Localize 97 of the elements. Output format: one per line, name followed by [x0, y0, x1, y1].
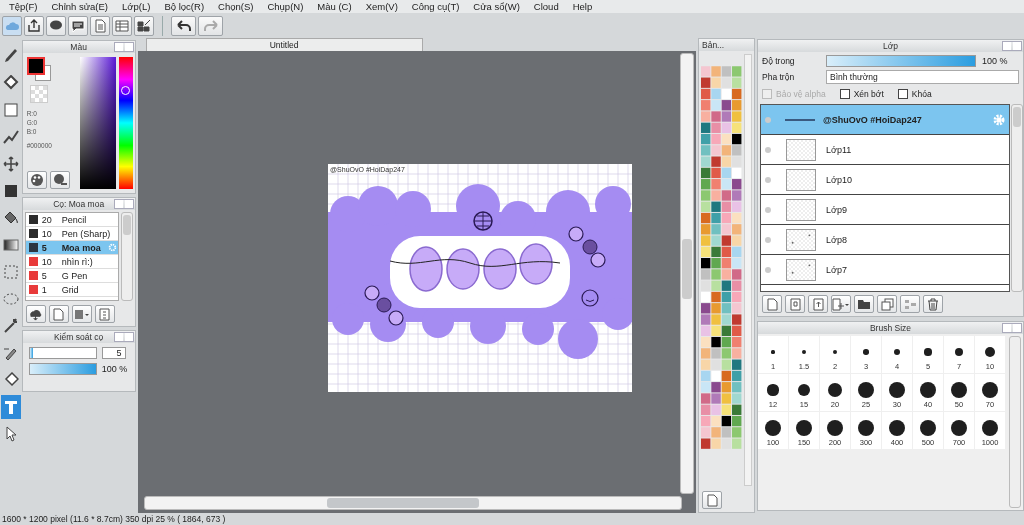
new-page-icon[interactable]: [702, 491, 722, 509]
status-text: 1600 * 1200 pixel (11.6 * 8.7cm) 350 dpi 25 % ( 1864, 673 ): [2, 514, 226, 524]
gear-icon[interactable]: [107, 243, 117, 252]
panel-title: Màu: [70, 42, 87, 52]
option-checkbox[interactable]: Xén bớt: [839, 89, 884, 99]
grid-icon: [137, 18, 151, 33]
opacity-slider[interactable]: [28, 363, 97, 375]
brush-size-field[interactable]: 5: [101, 347, 126, 359]
visibility-dot-icon[interactable]: [765, 176, 771, 183]
layer-row[interactable]: Lớp8: [761, 225, 1009, 255]
menu-item[interactable]: Lớp(L): [115, 1, 158, 12]
panel-buttons-icon[interactable]: [114, 43, 133, 51]
panel-title: Bản...: [702, 40, 725, 50]
layer-thumbnail: [786, 228, 816, 251]
menu-item[interactable]: Cửa sổ(W): [466, 1, 527, 12]
text-tool-icon[interactable]: [0, 395, 21, 419]
share-button[interactable]: [24, 15, 44, 36]
color-swatches-icon[interactable]: [26, 57, 53, 81]
brush-item[interactable]: 5 G Pen: [25, 269, 118, 283]
share-icon: [27, 18, 41, 33]
layer-opacity-value: 100 %: [982, 56, 1008, 66]
panel-title: Lớp: [883, 41, 898, 51]
trash-icon[interactable]: [923, 295, 943, 313]
brush-size-slider[interactable]: [28, 347, 97, 359]
blend-mode-label: Pha trộn: [762, 72, 796, 82]
undo-icon: [175, 19, 192, 32]
layer-opacity-slider[interactable]: [826, 55, 976, 67]
visibility-dot-icon[interactable]: [765, 206, 771, 213]
copy-layer-icon[interactable]: [785, 295, 805, 313]
layer-row[interactable]: Lớp9: [761, 195, 1009, 225]
brush-item[interactable]: 10 nhìn rì:): [25, 255, 118, 269]
gear-icon[interactable]: [992, 112, 1006, 127]
layer-row[interactable]: Lớp11: [761, 135, 1009, 165]
palette-icon[interactable]: [26, 171, 47, 189]
layer-thumbnail: [786, 198, 816, 221]
comment-button[interactable]: [68, 15, 88, 36]
opacity-value: 100 %: [101, 364, 128, 374]
undo-button[interactable]: [171, 15, 196, 36]
panel-buttons-icon[interactable]: [114, 333, 133, 341]
scrollbar[interactable]: [744, 54, 752, 486]
menu-item[interactable]: Màu (C): [310, 1, 359, 12]
visibility-dot-icon[interactable]: [765, 116, 771, 123]
list-icon: [115, 18, 129, 33]
duplicate-icon[interactable]: [877, 295, 897, 313]
layer-row[interactable]: @ShuOvO #HoiDap247: [761, 105, 1009, 135]
comment-icon: [71, 18, 85, 33]
visibility-dot-icon[interactable]: [765, 236, 771, 243]
panel-title: Kiểm soát cọ: [54, 332, 104, 342]
panel-buttons-icon[interactable]: [114, 200, 133, 208]
opacity-label: Độ trong: [762, 56, 796, 66]
brush-item[interactable]: 5 Moa moa: [25, 241, 118, 255]
scrollbar[interactable]: [1011, 104, 1023, 292]
scrollbar[interactable]: [1009, 336, 1021, 508]
merge-icon[interactable]: [900, 295, 920, 313]
new-layer-icon[interactable]: [762, 295, 782, 313]
palette-edit-icon[interactable]: [49, 171, 70, 189]
layer-row[interactable]: Lớp7: [761, 255, 1009, 285]
scrollbar[interactable]: [120, 212, 133, 301]
page-icon: [93, 18, 107, 33]
menu-item[interactable]: Chụp(N): [260, 1, 311, 12]
bubble-button[interactable]: [46, 15, 66, 36]
redo-icon: [202, 19, 219, 32]
upload-page-icon[interactable]: [808, 295, 828, 313]
panel-title: Brush Size: [869, 323, 912, 333]
option-checkbox[interactable]: Khóa: [897, 89, 932, 99]
hue-slider[interactable]: [118, 57, 133, 189]
vertical-scrollbar[interactable]: [680, 53, 694, 494]
visibility-dot-icon[interactable]: [765, 266, 771, 273]
menu-item[interactable]: Tệp(F): [2, 1, 45, 12]
menu-item[interactable]: Help: [565, 1, 600, 12]
visibility-dot-icon[interactable]: [765, 146, 771, 153]
add-layer-dropdown-icon[interactable]: [831, 295, 851, 313]
brush-item[interactable]: 20 Pencil: [25, 213, 118, 227]
folder-icon[interactable]: [854, 295, 874, 313]
horizontal-scrollbar[interactable]: [143, 496, 682, 510]
menu-item[interactable]: Xem(V): [358, 1, 405, 12]
layer-thumbnail: [786, 258, 816, 281]
list-button[interactable]: [112, 15, 132, 36]
menu-item[interactable]: Cloud: [526, 1, 566, 12]
menu-item[interactable]: Bộ lọc(R): [157, 1, 212, 12]
blend-mode-dropdown[interactable]: Bình thường: [826, 70, 1019, 84]
cloud-download-icon[interactable]: [25, 305, 46, 323]
layer-thumbnail: [786, 138, 816, 161]
brush-item[interactable]: 1 Grid: [25, 283, 118, 297]
layer-thumbnail: [785, 116, 815, 123]
panel-title: Cọ: Moa moa: [53, 199, 105, 209]
layer-row[interactable]: Lớp10: [761, 165, 1009, 195]
document-tab[interactable]: Untitled: [145, 38, 423, 51]
grid-button[interactable]: [134, 15, 154, 36]
layer-thumbnail: [786, 168, 816, 191]
transparent-color-swatch[interactable]: [29, 85, 48, 103]
copy-dropdown-icon[interactable]: [71, 305, 92, 323]
script-icon[interactable]: [94, 305, 115, 323]
saturation-value-picker[interactable]: [79, 57, 116, 189]
menu-item[interactable]: Chọn(S): [211, 1, 261, 12]
menu-item[interactable]: Chỉnh sửa(E): [44, 1, 116, 12]
menu-item[interactable]: Công cụ(T): [404, 1, 467, 12]
